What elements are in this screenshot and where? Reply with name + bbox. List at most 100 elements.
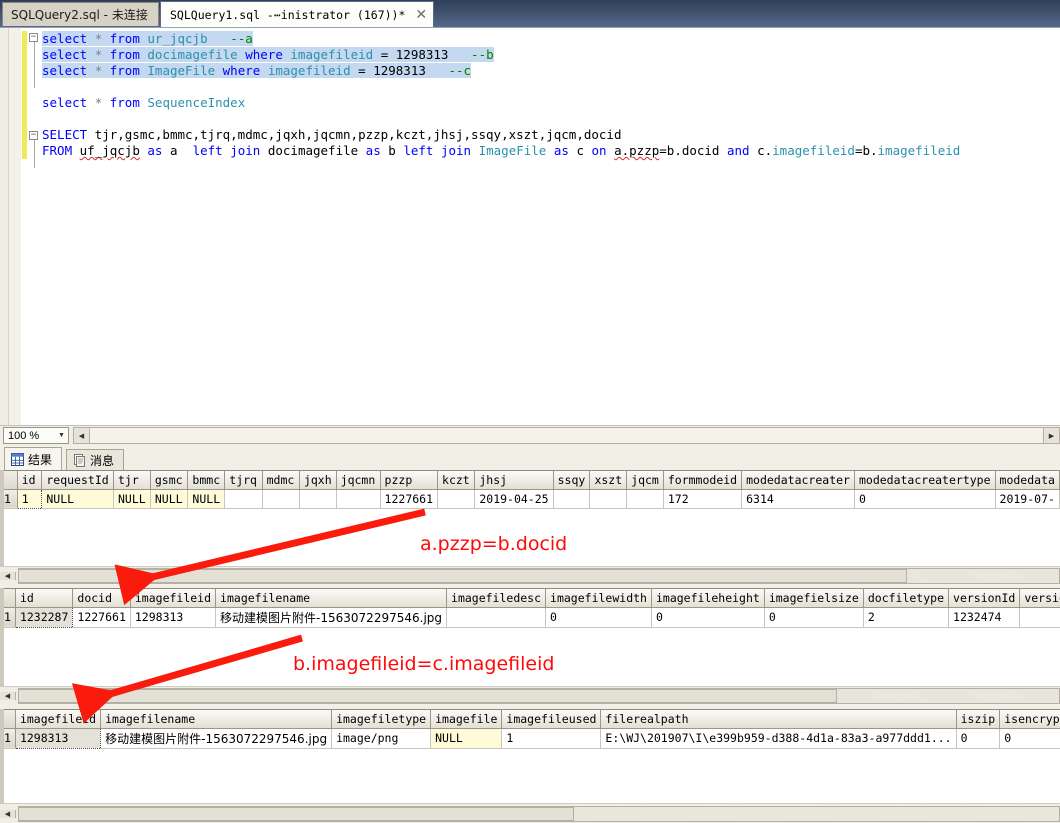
column-header-jqxh[interactable]: jqxh xyxy=(299,471,337,490)
column-header-imagefileheight[interactable]: imagefileheight xyxy=(651,589,765,608)
column-header-bmmc[interactable]: bmmc xyxy=(187,471,226,490)
grid-3-hscroll-thumb[interactable] xyxy=(19,806,574,821)
cell-id[interactable]: 1 xyxy=(16,488,43,509)
cell-tjrq[interactable] xyxy=(224,489,263,509)
cell-docid[interactable]: 1227661 xyxy=(72,607,131,628)
column-header-kczt[interactable]: kczt xyxy=(437,471,476,490)
results-grid-2[interactable]: id docid imagefileid imagefilename imagefile… xyxy=(0,588,1060,632)
cell-tjr[interactable]: NULL xyxy=(113,489,151,509)
column-header-modedatacreater[interactable]: modedatacreater xyxy=(741,471,855,490)
cell-jqcm[interactable] xyxy=(626,489,664,509)
cell-pzzp[interactable]: 1227661 xyxy=(380,489,439,509)
column-header-filerealpath[interactable]: filerealpath xyxy=(600,710,957,729)
table-row[interactable]: 1 1 NULL NULL NULL NULL 1227661 2019-04-25 172 63… xyxy=(0,488,1060,509)
cell-modedatacreater[interactable]: 6314 xyxy=(741,489,855,509)
column-header-id[interactable]: id xyxy=(17,471,43,490)
cell-imagefiletype[interactable]: image/png xyxy=(331,728,432,749)
cell-imagefiledesc[interactable] xyxy=(446,607,547,628)
column-header-modedata[interactable]: modedata xyxy=(995,471,1060,490)
grid-1-hscroll-track[interactable] xyxy=(18,567,1060,584)
column-header-imagefilename[interactable]: imagefilename xyxy=(100,710,333,729)
column-header-imagefielsize[interactable]: imagefielsize xyxy=(764,589,864,608)
grid-3-horizontal-scrollbar[interactable]: ◀ xyxy=(0,803,1060,823)
column-header-jqcm[interactable]: jqcm xyxy=(626,471,664,490)
tab-results[interactable]: 结果 xyxy=(4,447,63,470)
column-header-imagefileid[interactable]: imagefileid xyxy=(130,589,217,608)
cell-versionid[interactable]: 1232474 xyxy=(948,607,1021,628)
table-row[interactable]: 1 1232287 1227661 1298313 移动建模图片附件-156307229… xyxy=(0,606,1060,628)
fold-minus-icon-1[interactable]: − xyxy=(29,33,38,42)
cell-modedata[interactable]: 2019-07- xyxy=(995,489,1060,509)
tab-sqlquery1[interactable]: SQLQuery1.sql -⋯inistrator (167))* ✕ xyxy=(160,1,435,27)
scroll-right-icon[interactable]: ▶ xyxy=(1043,428,1059,443)
cell-bmmc[interactable]: NULL xyxy=(187,489,226,509)
scroll-left-icon[interactable]: ◀ xyxy=(74,428,90,443)
scroll-left-icon[interactable]: ◀ xyxy=(0,571,16,580)
cell-modedatacreatertype[interactable]: 0 xyxy=(854,489,996,509)
column-header-tjrq[interactable]: tjrq xyxy=(224,471,263,490)
column-header-gsmc[interactable]: gsmc xyxy=(150,471,189,490)
column-header-imagefileused[interactable]: imagefileused xyxy=(501,710,602,729)
fold-minus-icon-2[interactable]: − xyxy=(29,131,38,140)
sql-editor[interactable]: − − select * from ur_jqcjb --a select * f… xyxy=(0,27,1060,425)
grid-1-hscroll-thumb[interactable] xyxy=(19,568,907,583)
results-grid-1-table[interactable]: id requestId tjr gsmc bmmc tjrq mdmc jqxh jqcmn p… xyxy=(0,471,1060,509)
cell-imagefileheight[interactable]: 0 xyxy=(651,607,765,628)
cell-imagefileid[interactable]: 1298313 xyxy=(130,607,217,628)
cell-mdmc[interactable] xyxy=(262,489,300,509)
column-header-isencrypt[interactable]: isencrypt xyxy=(999,710,1060,729)
editor-hscroll-track[interactable] xyxy=(90,428,1043,443)
cell-imagefileid[interactable]: 1298313 xyxy=(14,727,102,749)
column-header-tjr[interactable]: tjr xyxy=(113,471,151,490)
column-header-modedatacreatertype[interactable]: modedatacreatertype xyxy=(854,471,996,490)
cell-jhsj[interactable]: 2019-04-25 xyxy=(474,489,554,509)
cell-imagefielsize[interactable]: 0 xyxy=(764,607,864,628)
column-header-formmodeid[interactable]: formmodeid xyxy=(663,471,743,490)
grid-2-hscroll-thumb[interactable] xyxy=(19,688,837,703)
cell-iszip[interactable]: 0 xyxy=(956,728,1001,749)
editor-horizontal-scrollbar[interactable]: ◀ ▶ xyxy=(73,427,1060,444)
column-header-ssqy[interactable]: ssqy xyxy=(553,471,591,490)
scroll-left-icon[interactable]: ◀ xyxy=(0,809,16,818)
column-header-imagefiledesc[interactable]: imagefiledesc xyxy=(446,589,547,608)
cell-kczt[interactable] xyxy=(437,489,476,509)
column-header-imagefilename[interactable]: imagefilename xyxy=(215,589,448,608)
cell-gsmc[interactable]: NULL xyxy=(150,489,189,509)
cell-jqcmn[interactable] xyxy=(336,489,381,509)
results-grid-3-table[interactable]: imagefileid imagefilename imagefiletype ima… xyxy=(0,710,1060,749)
zoom-level-select[interactable]: 100 % ▼ xyxy=(3,427,69,444)
column-header-requestid[interactable]: requestId xyxy=(41,471,114,490)
grid-3-hscroll-track[interactable] xyxy=(18,805,1060,822)
column-header-id[interactable]: id xyxy=(15,589,74,608)
column-header-docfiletype[interactable]: docfiletype xyxy=(863,589,950,608)
column-header-imagefileid[interactable]: imagefileid xyxy=(15,710,102,729)
results-grid-1[interactable]: id requestId tjr gsmc bmmc tjrq mdmc jqxh jqcmn p… xyxy=(0,470,1060,514)
grid-1-horizontal-scrollbar[interactable]: ◀ xyxy=(0,566,1060,584)
cell-docfiletype[interactable]: 2 xyxy=(863,607,950,628)
results-grid-3[interactable]: imagefileid imagefilename imagefiletype ima… xyxy=(0,709,1060,755)
editor-code[interactable]: select * from ur_jqcjb --a select * from … xyxy=(42,31,960,159)
cell-jqxh[interactable] xyxy=(299,489,337,509)
column-header-imagefile[interactable]: imagefile xyxy=(430,710,503,729)
cell-filerealpath[interactable]: E:\WJ\201907\I\e399b959-d388-4d1a-83a3-a… xyxy=(600,728,957,749)
cell-imagefilename[interactable]: 移动建模图片附件-1563072297546.jpg xyxy=(215,607,448,628)
cell-requestid[interactable]: NULL xyxy=(41,489,114,509)
tab-messages[interactable]: 消息 xyxy=(66,449,125,470)
tab-sqlquery2[interactable]: SQLQuery2.sql - 未连接 xyxy=(2,2,159,26)
cell-ssqy[interactable] xyxy=(553,489,591,509)
cell-imagefilewidth[interactable]: 0 xyxy=(545,607,652,628)
cell-imagefilename[interactable]: 移动建模图片附件-1563072297546.jpg xyxy=(100,728,333,749)
column-header-imagefiletype[interactable]: imagefiletype xyxy=(331,710,432,729)
column-header-pzzp[interactable]: pzzp xyxy=(380,471,439,490)
column-header-iszip[interactable]: iszip xyxy=(956,710,1001,729)
cell-xszt[interactable] xyxy=(589,489,628,509)
column-header-jhsj[interactable]: jhsj xyxy=(474,471,554,490)
grid-2-hscroll-track[interactable] xyxy=(18,687,1060,704)
grid-2-horizontal-scrollbar[interactable]: ◀ xyxy=(0,686,1060,704)
column-header-versionid[interactable]: versionId xyxy=(948,589,1021,608)
cell-formmodeid[interactable]: 172 xyxy=(663,489,743,509)
cell-versionde[interactable] xyxy=(1019,607,1060,628)
column-header-imagefilewidth[interactable]: imagefilewidth xyxy=(545,589,652,608)
column-header-docid[interactable]: docid xyxy=(72,589,131,608)
column-header-jqcmn[interactable]: jqcmn xyxy=(336,471,381,490)
